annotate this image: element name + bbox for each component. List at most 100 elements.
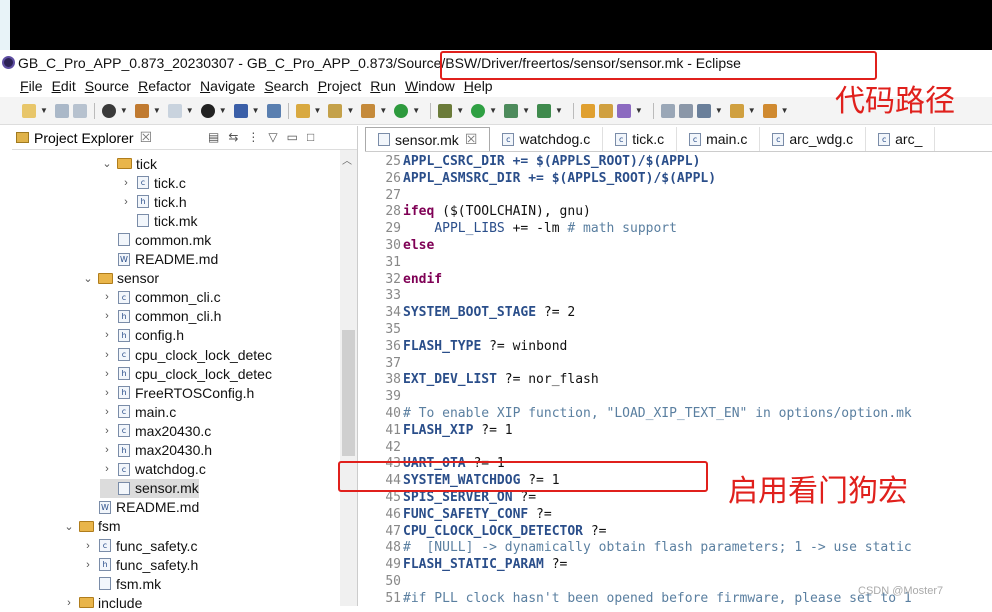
chevron-right-icon[interactable]: › [100, 463, 114, 475]
tree-folder[interactable]: ⌄ sensor [81, 269, 159, 288]
prev-annotation-dropdown-icon[interactable]: ▼ [748, 106, 756, 115]
make-icon[interactable] [167, 103, 182, 118]
new-project-icon[interactable] [295, 103, 310, 118]
debug-dropdown-icon[interactable]: ▼ [456, 106, 464, 115]
new-project-dropdown-icon[interactable]: ▼ [314, 106, 322, 115]
external-tools-icon[interactable] [504, 103, 519, 118]
code-line[interactable]: APPL_LIBS += -lm # math support [403, 221, 677, 236]
chevron-right-icon[interactable]: › [100, 310, 114, 322]
debug-config-icon[interactable] [200, 103, 215, 118]
code-line[interactable]: CPU_CLOCK_LOCK_DETECTOR ?= [403, 524, 607, 539]
code-line[interactable]: EXT_DEV_LIST ?= nor_flash [403, 372, 599, 387]
debug-icon[interactable] [438, 103, 453, 118]
tree-file[interactable]: W README.md [100, 250, 218, 269]
code-line[interactable]: # To enable XIP function, "LOAD_XIP_TEXT… [403, 406, 912, 421]
debug-config-dropdown-icon[interactable]: ▼ [219, 106, 227, 115]
minimize-icon[interactable]: ▭ [287, 130, 298, 144]
code-line[interactable]: SYSTEM_BOOT_STAGE ?= 2 [403, 305, 575, 320]
search-icon[interactable] [616, 103, 631, 118]
next-annotation-dropdown-icon[interactable]: ▼ [715, 106, 723, 115]
close-icon[interactable]: ☒ [465, 131, 478, 148]
new-class-icon[interactable] [394, 103, 409, 118]
menu-window[interactable]: Window [405, 78, 455, 94]
tree-file[interactable]: sensor.mk [100, 478, 199, 498]
chevron-right-icon[interactable]: › [81, 559, 95, 571]
code-line[interactable]: FUNC_SAFETY_CONF ?= [403, 507, 552, 522]
coverage-icon[interactable] [536, 103, 551, 118]
chevron-down-icon[interactable]: ⌄ [62, 520, 76, 533]
new-class-dropdown-icon[interactable]: ▼ [412, 106, 420, 115]
view-menu-icon[interactable]: ⋮ [247, 130, 259, 144]
chevron-right-icon[interactable]: › [100, 368, 114, 380]
tree-file[interactable]: › h FreeRTOSConfig.h [100, 383, 254, 402]
tree-file[interactable]: › c tick.c [119, 173, 186, 192]
chevron-down-icon[interactable]: ⌄ [100, 157, 114, 170]
skip-breakpoints-icon[interactable] [266, 103, 281, 118]
menu-refactor[interactable]: Refactor [138, 78, 191, 94]
chevron-right-icon[interactable]: › [100, 291, 114, 303]
block-selection-icon[interactable] [678, 103, 693, 118]
console-icon[interactable] [233, 103, 248, 118]
tree-file[interactable]: › c func_safety.c [81, 536, 197, 555]
open-resource-icon[interactable] [598, 103, 613, 118]
tree-file[interactable]: › h config.h [100, 326, 184, 345]
hammer-dropdown-icon[interactable]: ▼ [153, 106, 161, 115]
tree-file[interactable]: › c watchdog.c [100, 460, 206, 479]
code-line[interactable]: FLASH_XIP ?= 1 [403, 423, 513, 438]
code-line[interactable]: SPIS_SERVER_ON ?= [403, 490, 536, 505]
chevron-right-icon[interactable]: › [62, 597, 76, 609]
editor-tab[interactable]: c watchdog.c [490, 127, 604, 151]
tree-file[interactable]: › h tick.h [119, 192, 187, 211]
menu-search[interactable]: Search [264, 78, 308, 94]
tree-file[interactable]: fsm.mk [81, 574, 161, 593]
menu-navigate[interactable]: Navigate [200, 78, 255, 94]
tree-file[interactable]: › c max20430.c [100, 421, 211, 440]
back-icon[interactable] [762, 103, 777, 118]
close-icon[interactable]: ☒ [140, 129, 153, 146]
new-dropdown-icon[interactable]: ▼ [40, 106, 48, 115]
dropdown-icon[interactable]: ▽ [268, 130, 277, 144]
back-dropdown-icon[interactable]: ▼ [781, 106, 789, 115]
editor-tab[interactable]: sensor.mk ☒ [365, 127, 491, 151]
console-dropdown-icon[interactable]: ▼ [252, 106, 260, 115]
code-line[interactable]: APPL_ASMSRC_DIR += $(APPLS_ROOT)/$(APPL) [403, 171, 716, 186]
menu-project[interactable]: Project [318, 78, 362, 94]
chevron-right-icon[interactable]: › [100, 406, 114, 418]
hammer-icon[interactable] [134, 103, 149, 118]
code-line[interactable]: # [NULL] -> dynamically obtain flash par… [403, 540, 912, 555]
tree-file[interactable]: › h max20430.h [100, 441, 212, 460]
tree-file[interactable]: tick.mk [119, 211, 198, 230]
external-tools-dropdown-icon[interactable]: ▼ [522, 106, 530, 115]
tree-file[interactable]: › h cpu_clock_lock_detec [100, 364, 272, 383]
maximize-icon[interactable]: □ [307, 130, 314, 144]
chevron-right-icon[interactable]: › [81, 540, 95, 552]
open-type-icon[interactable] [580, 103, 595, 118]
code-line[interactable]: FLASH_TYPE ?= winbond [403, 339, 567, 354]
link-editor-icon[interactable]: ⇆ [228, 130, 238, 144]
code-line[interactable]: APPL_CSRC_DIR += $(APPLS_ROOT)/$(APPL) [403, 154, 700, 169]
editor-tab[interactable]: c arc_ [866, 127, 936, 151]
editor-tab[interactable]: c arc_wdg.c [760, 127, 867, 151]
project-explorer-title[interactable]: Project Explorer [34, 130, 134, 146]
tree-file[interactable]: › h func_safety.h [81, 555, 198, 574]
menu-source[interactable]: Source [85, 78, 129, 94]
new-folder-icon[interactable] [328, 103, 343, 118]
tree-folder[interactable]: › include [62, 593, 142, 612]
collapse-all-icon[interactable]: ▤ [208, 130, 219, 144]
new-file-icon[interactable] [361, 103, 376, 118]
make-dropdown-icon[interactable]: ▼ [186, 106, 194, 115]
menu-run[interactable]: Run [370, 78, 396, 94]
chevron-right-icon[interactable]: › [100, 387, 114, 399]
tree-file[interactable]: › c common_cli.c [100, 288, 220, 307]
chevron-right-icon[interactable]: › [100, 444, 114, 456]
code-line[interactable]: FLASH_STATIC_PARAM ?= [403, 557, 567, 572]
coverage-dropdown-icon[interactable]: ▼ [555, 106, 563, 115]
chevron-right-icon[interactable]: › [119, 177, 133, 189]
scroll-up-icon[interactable]: ︿ [342, 152, 352, 167]
tree-file[interactable]: › c main.c [100, 402, 176, 421]
run-icon[interactable] [471, 103, 486, 118]
tree-folder[interactable]: ⌄ fsm [62, 517, 120, 536]
tree-folder[interactable]: ⌄ tick [100, 154, 157, 173]
explorer-scrollbar-thumb[interactable] [342, 330, 355, 456]
code-line[interactable]: else [403, 238, 434, 253]
